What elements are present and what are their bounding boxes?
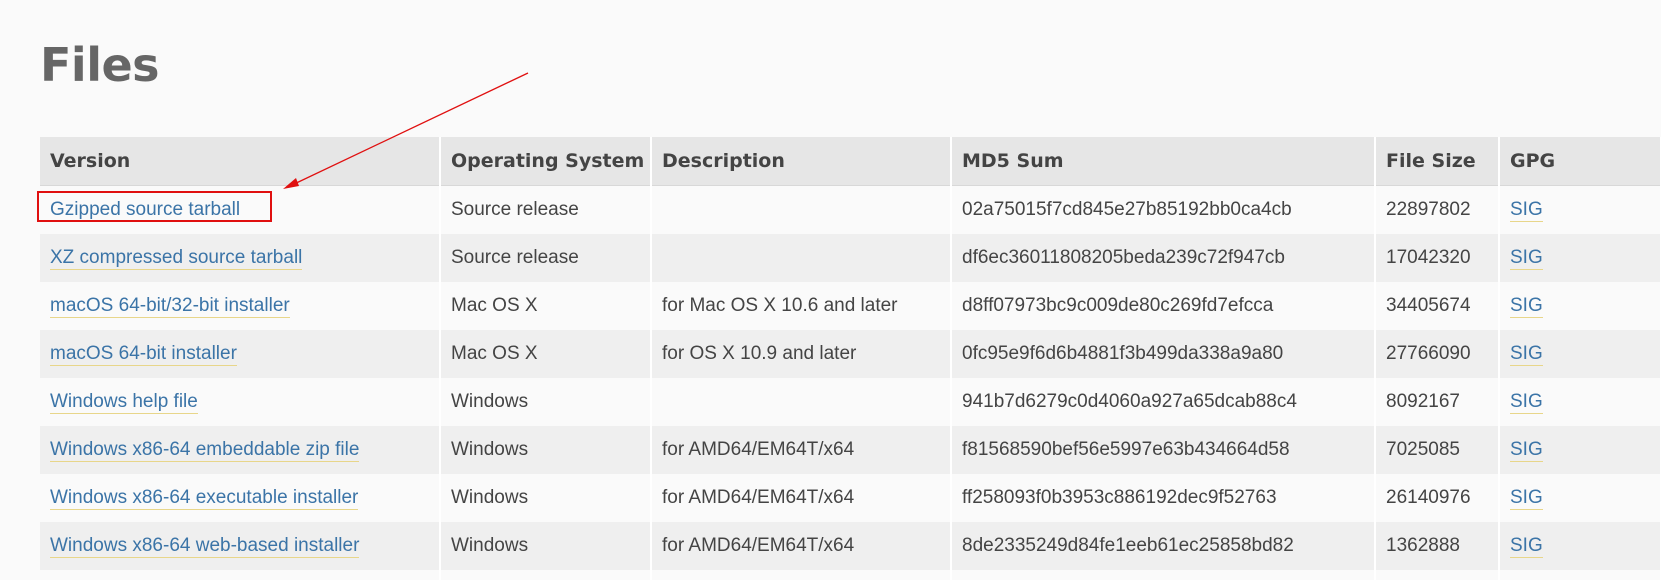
table-row: Windows x86-64 embeddable zip file Windo… bbox=[40, 426, 1661, 474]
md5-cell: 8de2335249d84fe1eeb61ec25858bd82 bbox=[951, 522, 1376, 570]
file-size-cell: 26140976 bbox=[1375, 474, 1500, 522]
description-cell bbox=[651, 234, 952, 282]
table-row: Windows x86-64 executable installer Wind… bbox=[40, 474, 1661, 522]
version-link[interactable]: Windows help file bbox=[50, 391, 198, 414]
table-header-row: Version Operating System Description MD5… bbox=[40, 137, 1661, 186]
md5-cell: ff258093f0b3953c886192dec9f52763 bbox=[951, 474, 1376, 522]
version-cell: XZ compressed source tarball bbox=[40, 234, 441, 282]
os-cell: Source release bbox=[440, 185, 652, 234]
md5-cell: 02a75015f7cd845e27b85192bb0ca4cb bbox=[951, 185, 1376, 234]
gpg-cell: SIG bbox=[1499, 185, 1661, 234]
md5-cell: df6ec36011808205beda239c72f947cb bbox=[951, 234, 1376, 282]
column-header-file-size: File Size bbox=[1375, 137, 1500, 186]
os-cell: Windows bbox=[440, 522, 652, 570]
table-row-partial bbox=[40, 570, 1661, 580]
table-row: Windows x86-64 web-based installer Windo… bbox=[40, 522, 1661, 570]
column-header-version: Version bbox=[40, 137, 441, 186]
os-cell: Windows bbox=[440, 378, 652, 426]
file-size-cell: 17042320 bbox=[1375, 234, 1500, 282]
description-cell: for OS X 10.9 and later bbox=[651, 330, 952, 378]
file-size-cell: 8092167 bbox=[1375, 378, 1500, 426]
version-cell: Windows help file bbox=[40, 378, 441, 426]
os-cell: Windows bbox=[440, 474, 652, 522]
os-cell: Mac OS X bbox=[440, 282, 652, 330]
os-cell: Source release bbox=[440, 234, 652, 282]
gpg-cell: SIG bbox=[1499, 426, 1661, 474]
version-cell: Windows x86-64 embeddable zip file bbox=[40, 426, 441, 474]
sig-link[interactable]: SIG bbox=[1510, 535, 1543, 558]
gpg-cell: SIG bbox=[1499, 234, 1661, 282]
md5-cell: d8ff07973bc9c009de80c269fd7efcca bbox=[951, 282, 1376, 330]
sig-link[interactable]: SIG bbox=[1510, 199, 1543, 222]
gpg-cell: SIG bbox=[1499, 378, 1661, 426]
sig-link[interactable]: SIG bbox=[1510, 295, 1543, 318]
sig-link[interactable]: SIG bbox=[1510, 487, 1543, 510]
description-cell bbox=[651, 378, 952, 426]
table-row: XZ compressed source tarball Source rele… bbox=[40, 234, 1661, 282]
sig-link[interactable]: SIG bbox=[1510, 343, 1543, 366]
version-link[interactable]: Gzipped source tarball bbox=[50, 199, 241, 222]
file-size-cell: 22897802 bbox=[1375, 185, 1500, 234]
table-row: Gzipped source tarball Source release 02… bbox=[40, 185, 1661, 234]
version-cell: Windows x86-64 web-based installer bbox=[40, 522, 441, 570]
description-cell: for AMD64/EM64T/x64 bbox=[651, 522, 952, 570]
table-row: Windows help file Windows 941b7d6279c0d4… bbox=[40, 378, 1661, 426]
description-cell bbox=[651, 185, 952, 234]
md5-cell: 0fc95e9f6d6b4881f3b499da338a9a80 bbox=[951, 330, 1376, 378]
description-cell: for AMD64/EM64T/x64 bbox=[651, 474, 952, 522]
column-header-operating-system: Operating System bbox=[440, 137, 652, 186]
version-link[interactable]: macOS 64-bit installer bbox=[50, 343, 237, 366]
file-size-cell: 7025085 bbox=[1375, 426, 1500, 474]
os-cell: Mac OS X bbox=[440, 330, 652, 378]
version-link[interactable]: Windows x86-64 embeddable zip file bbox=[50, 439, 360, 462]
file-size-cell: 27766090 bbox=[1375, 330, 1500, 378]
column-header-description: Description bbox=[651, 137, 952, 186]
file-size-cell: 1362888 bbox=[1375, 522, 1500, 570]
table-row: macOS 64-bit/32-bit installer Mac OS X f… bbox=[40, 282, 1661, 330]
version-link[interactable]: Windows x86-64 executable installer bbox=[50, 487, 359, 510]
description-cell: for Mac OS X 10.6 and later bbox=[651, 282, 952, 330]
os-cell: Windows bbox=[440, 426, 652, 474]
md5-cell: f81568590bef56e5997e63b434664d58 bbox=[951, 426, 1376, 474]
gpg-cell: SIG bbox=[1499, 474, 1661, 522]
version-cell: macOS 64-bit installer bbox=[40, 330, 441, 378]
column-header-gpg: GPG bbox=[1499, 137, 1661, 186]
version-link[interactable]: macOS 64-bit/32-bit installer bbox=[50, 295, 290, 318]
sig-link[interactable]: SIG bbox=[1510, 439, 1543, 462]
sig-link[interactable]: SIG bbox=[1510, 247, 1543, 270]
description-cell: for AMD64/EM64T/x64 bbox=[651, 426, 952, 474]
version-link[interactable]: Windows x86-64 web-based installer bbox=[50, 535, 360, 558]
table-row: macOS 64-bit installer Mac OS X for OS X… bbox=[40, 330, 1661, 378]
sig-link[interactable]: SIG bbox=[1510, 391, 1543, 414]
gpg-cell: SIG bbox=[1499, 522, 1661, 570]
column-header-md5-sum: MD5 Sum bbox=[951, 137, 1376, 186]
gpg-cell: SIG bbox=[1499, 330, 1661, 378]
gpg-cell: SIG bbox=[1499, 282, 1661, 330]
version-cell: Gzipped source tarball bbox=[40, 185, 441, 234]
md5-cell: 941b7d6279c0d4060a927a65dcab88c4 bbox=[951, 378, 1376, 426]
version-link[interactable]: XZ compressed source tarball bbox=[50, 247, 303, 270]
files-table: Version Operating System Description MD5… bbox=[40, 137, 1661, 580]
file-size-cell: 34405674 bbox=[1375, 282, 1500, 330]
version-cell: macOS 64-bit/32-bit installer bbox=[40, 282, 441, 330]
page-title: Files bbox=[40, 38, 160, 92]
version-cell: Windows x86-64 executable installer bbox=[40, 474, 441, 522]
